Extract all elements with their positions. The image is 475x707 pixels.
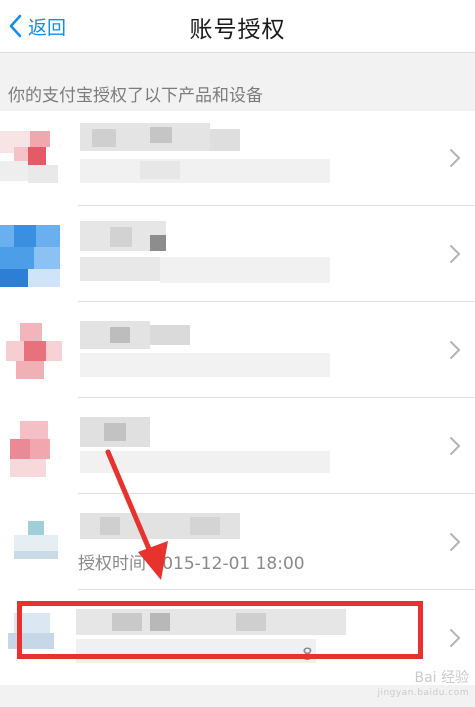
authorized-app-row-2[interactable] (0, 207, 475, 302)
section-header-text: 你的支付宝授权了以下产品和设备 (8, 86, 263, 106)
chevron-right-icon (450, 341, 460, 359)
watermark-text: Bai 经验 (414, 670, 469, 686)
section-header: 你的支付宝授权了以下产品和设备 (0, 53, 475, 111)
nav-bar: 返回 账号授权 (0, 0, 475, 53)
authorization-time: 授权时间 2015-12-01 18:00 (78, 554, 305, 574)
app-name-redacted (80, 513, 250, 541)
chevron-right-icon (450, 437, 460, 455)
app-icon (10, 421, 62, 479)
app-name-redacted (80, 321, 330, 377)
chevron-right-icon (450, 533, 460, 551)
chevron-right-icon (450, 629, 460, 647)
authorized-app-row-3[interactable] (0, 303, 475, 398)
page-title: 账号授权 (189, 17, 286, 43)
highlight-box (17, 601, 423, 659)
authorized-app-row-4[interactable] (0, 399, 475, 494)
authorized-app-row-5[interactable]: 授权时间 2015-12-01 18:00 (0, 495, 475, 590)
app-name-redacted (80, 123, 330, 185)
watermark: Bai 经验 jingyan.baidu.com (377, 671, 469, 701)
app-icon (0, 225, 64, 291)
app-icon (6, 323, 62, 383)
watermark-url: jingyan.baidu.com (377, 688, 469, 698)
chevron-right-icon (450, 245, 460, 263)
app-name-redacted (80, 417, 330, 473)
authorized-app-row-1[interactable] (0, 111, 475, 206)
app-icon (0, 131, 64, 195)
chevron-right-icon (450, 149, 460, 167)
app-name-redacted (80, 221, 330, 285)
app-icon (14, 521, 60, 561)
